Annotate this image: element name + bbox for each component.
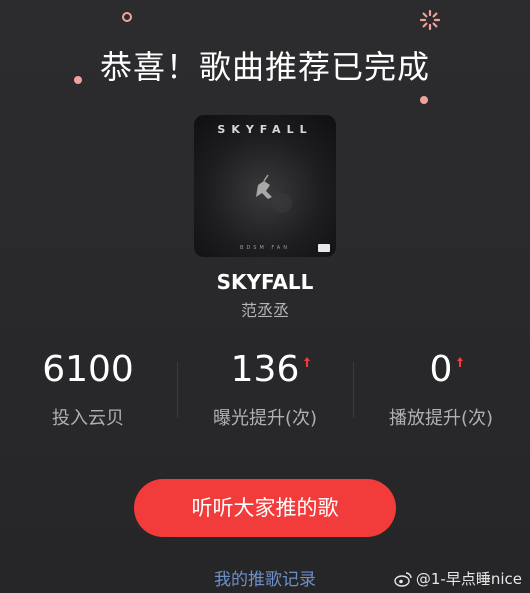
album-cover: SKYFALL BDSM FAN xyxy=(194,115,336,257)
confetti-ring-icon xyxy=(122,12,132,22)
weibo-watermark: @1-早点睡nice xyxy=(394,568,522,589)
stat-value: 6100 xyxy=(42,349,134,390)
stat-label: 投入云贝 xyxy=(52,408,124,429)
album-cover-artist: BDSM FAN xyxy=(240,245,290,251)
parental-advisory-icon xyxy=(318,244,330,252)
stat-play-increase: 0 播放提升(次) xyxy=(353,348,529,430)
song-title: SKYFALL xyxy=(216,270,314,294)
watermark-text: @1-早点睡nice xyxy=(415,570,522,588)
page-title: 恭喜！歌曲推荐已完成 xyxy=(99,48,430,86)
song-artist: 范丞丞 xyxy=(240,301,289,320)
stat-exposure-increase: 136 曝光提升(次) xyxy=(177,348,353,430)
stat-value: 0 xyxy=(429,349,453,390)
falling-figure-icon xyxy=(256,174,292,213)
arrow-up-icon xyxy=(457,357,464,367)
confetti-burst-icon xyxy=(419,9,441,31)
arrow-up-icon xyxy=(304,357,311,367)
stat-coins-invested: 6100 投入云贝 xyxy=(0,348,176,430)
stat-value: 136 xyxy=(230,349,300,390)
stat-label: 播放提升(次) xyxy=(388,408,494,429)
confetti-dot-icon xyxy=(420,96,428,104)
album-cover-title: SKYFALL xyxy=(217,123,313,136)
weibo-icon xyxy=(394,571,412,587)
listen-recommendations-button[interactable]: 听听大家推的歌 xyxy=(134,479,396,537)
stat-label: 曝光提升(次) xyxy=(212,408,318,429)
recommendation-complete-page: 恭喜！歌曲推荐已完成 SKYFALL BDSM FAN SKYFALL 范丞丞 … xyxy=(0,0,530,593)
